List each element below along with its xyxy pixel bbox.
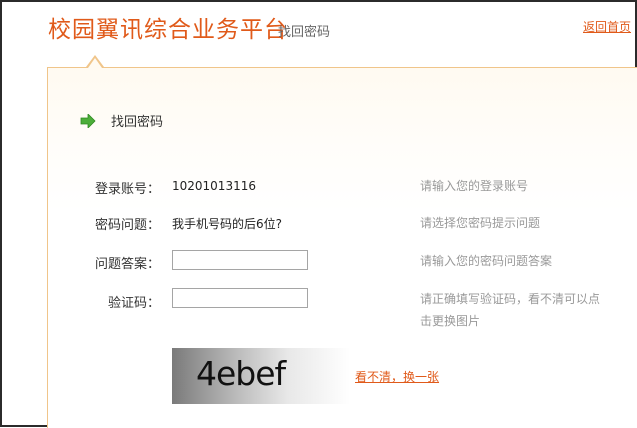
answer-input[interactable]	[172, 250, 308, 270]
section-header: 找回密码	[80, 111, 163, 130]
question-hint: 请选择您密码提示问题	[420, 216, 541, 230]
account-hint: 请输入您的登录账号	[420, 179, 529, 193]
captcha-input[interactable]	[172, 288, 308, 308]
captcha-hint: 请正确填写验证码，看不清可以点击更换图片	[420, 292, 601, 328]
answer-label: 问题答案：	[94, 257, 160, 272]
page-subtitle: 找回密码	[278, 25, 331, 40]
question-value: 我手机号码的后6位?	[172, 217, 283, 231]
section-title: 找回密码	[111, 115, 164, 130]
captcha-image[interactable]: 4ebef	[172, 348, 350, 404]
page-title: 校园翼讯综合业务平台	[48, 17, 288, 43]
answer-hint: 请输入您的密码问题答案	[420, 254, 553, 268]
captcha-text: 4ebef	[196, 354, 286, 393]
account-value: 10201013116	[172, 179, 256, 193]
captcha-label: 验证码：	[107, 296, 160, 311]
question-label: 密码问题：	[94, 218, 160, 233]
panel-notch-inner	[88, 58, 102, 68]
refresh-captcha-link[interactable]: 看不清，换一张	[355, 368, 439, 385]
account-label: 登录账号：	[94, 182, 160, 197]
home-link[interactable]: 返回首页	[583, 18, 631, 35]
arrow-right-icon	[80, 113, 96, 128]
